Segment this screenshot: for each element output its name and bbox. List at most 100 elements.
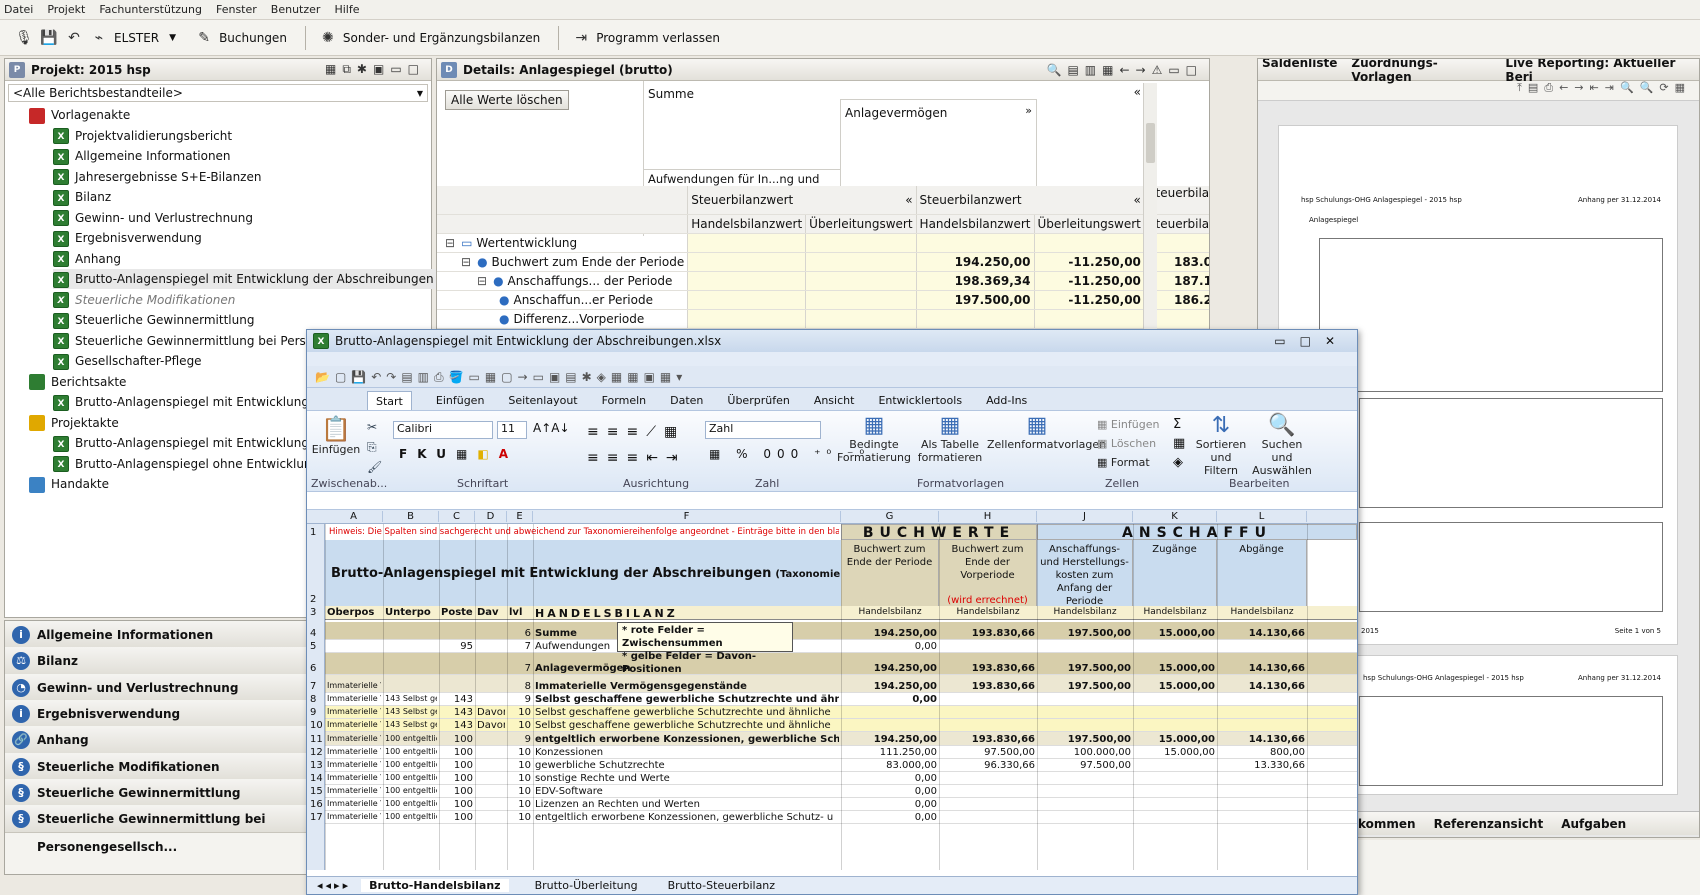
sheet-nav-icon[interactable]: ◂◂▸▸	[317, 879, 351, 892]
sheet-tab[interactable]: Brutto-Steuerbilanz	[664, 879, 779, 892]
tree-item[interactable]: X Gesellschafter-Pflege	[53, 351, 202, 371]
report-tab[interactable]: Zuordnungs-Vorlagen	[1351, 59, 1491, 84]
tree-item[interactable]: X Bilanz	[53, 187, 111, 207]
column-header[interactable]: F	[533, 511, 841, 522]
menu-item[interactable]: Fachunterstützung	[99, 3, 202, 16]
ribbon-tab[interactable]: Start	[367, 391, 412, 410]
column-header[interactable]: C	[439, 511, 475, 522]
cell[interactable]: 194.250,00	[843, 681, 937, 692]
tree-item[interactable]: X Projektvalidierungsbericht	[53, 126, 232, 146]
ribbon-tab[interactable]: Add-Ins	[986, 391, 1027, 410]
tree-item[interactable]: X Anhang	[53, 249, 121, 269]
font-select[interactable]: Calibri	[393, 421, 493, 439]
cell[interactable]: 100	[441, 799, 473, 810]
filter-header[interactable]: Handelsbilanz	[1039, 607, 1131, 617]
report-tab[interactable]: Saldenliste	[1262, 59, 1337, 84]
cell[interactable]: 10	[509, 707, 531, 718]
tree-folder[interactable]: Handakte	[29, 474, 109, 494]
tree-folder[interactable]: Projektakte	[29, 413, 119, 433]
sonder-button[interactable]: ✺ Sonder- und Ergänzungsbilanzen	[318, 29, 540, 47]
ribbon-tab[interactable]: Daten	[670, 391, 703, 410]
cell[interactable]: 14.130,66	[1219, 681, 1305, 692]
format-buttons[interactable]: FKU▦◧A	[399, 447, 518, 461]
cell[interactable]: entgeltlich erworbene Konzessionen, gewe…	[535, 734, 839, 745]
cell[interactable]: sonstige Rechte und Werte	[535, 773, 839, 784]
cell[interactable]: 0,00	[843, 812, 937, 823]
cell[interactable]: 9	[509, 734, 531, 745]
filter-header[interactable]: Dav	[477, 607, 505, 618]
report-bottom-tab[interactable]: Aufgaben	[1561, 817, 1626, 831]
cell[interactable]: 10	[509, 747, 531, 758]
cell[interactable]: Selbst geschaffene gewerbliche Schutzrec…	[535, 694, 839, 705]
sheet-tab[interactable]: Brutto-Handelsbilanz	[361, 879, 509, 892]
grow-font-icon[interactable]: A↑A↓	[533, 421, 570, 435]
cell[interactable]: 97.500,00	[941, 747, 1035, 758]
cell[interactable]: 100 entgeltlich e	[385, 799, 437, 808]
column-header[interactable]: B	[383, 511, 439, 522]
cell[interactable]: 100 entgeltlich e	[385, 773, 437, 782]
cell[interactable]: Immaterielle Ve	[327, 747, 381, 756]
cell[interactable]: 193.830,66	[941, 628, 1035, 639]
ribbon-tab[interactable]: Einfügen	[436, 391, 485, 410]
ribbon-tab[interactable]: Überprüfen	[727, 391, 789, 410]
collapse-icon[interactable]: ⊟	[477, 274, 487, 288]
cell[interactable]: 800,00	[1219, 747, 1305, 758]
cell[interactable]: entgeltlich erworbene Konzessionen, gewe…	[535, 812, 839, 823]
column-header[interactable]: D	[475, 511, 507, 522]
cell[interactable]: 143 Selbst gesc	[385, 707, 437, 716]
cell[interactable]: 143	[441, 720, 473, 731]
menu-item[interactable]: Datei	[4, 3, 33, 16]
panel-tools-icon[interactable]: ▦⧉✱▣▭□	[325, 62, 425, 77]
column-header[interactable]: K	[1133, 511, 1217, 522]
details-scrollbar[interactable]	[1143, 83, 1157, 341]
filter-header[interactable]: Handelsbilanz	[1135, 607, 1215, 617]
sort-filter-button[interactable]: ⇅ Sortieren und Filtern	[1193, 413, 1249, 477]
filter-header[interactable]: lvl	[509, 607, 531, 618]
cell[interactable]: 193.830,66	[941, 681, 1035, 692]
collapse-icon[interactable]: ⊟	[461, 255, 471, 269]
cell[interactable]: 0,00	[843, 786, 937, 797]
elster-button[interactable]: ⌁ ELSTER ▼	[89, 29, 176, 47]
cell[interactable]: 100	[441, 812, 473, 823]
menu-item[interactable]: Benutzer	[271, 3, 321, 16]
filter-header[interactable]: Oberpos	[327, 607, 381, 618]
cell[interactable]: 14.130,66	[1219, 628, 1305, 639]
menu-item[interactable]: Fenster	[216, 3, 257, 16]
expand-icon[interactable]: »	[1025, 104, 1032, 117]
cells-group[interactable]: ▦ Einfügen ▦ Löschen ▦ Format	[1097, 415, 1159, 472]
formula-bar[interactable]	[307, 492, 1357, 510]
cell[interactable]: 15.000,00	[1135, 663, 1215, 674]
report-toolbar[interactable]: ⤒▤⎙←→⇤⇥🔍🔍⟳▦	[1258, 81, 1699, 101]
cell[interactable]: 197.500,00	[1039, 734, 1131, 745]
details-tools-icon[interactable]: 🔍▤▥▦←→⚠▭□	[1047, 63, 1204, 77]
accordion-item[interactable]: § Steuerliche Modifikationen	[5, 752, 309, 781]
column-header[interactable]: E	[507, 511, 533, 522]
cell[interactable]: 83.000,00	[843, 760, 937, 771]
ribbon-tab[interactable]: Seitenlayout	[508, 391, 577, 410]
cell[interactable]: 193.830,66	[941, 734, 1035, 745]
filter-header[interactable]: Poste	[441, 607, 473, 618]
cell[interactable]: 143 Selbst gesc	[385, 720, 437, 729]
cell[interactable]: Lizenzen an Rechten und Werten	[535, 799, 839, 810]
report-bottom-tab[interactable]: kommen	[1358, 817, 1416, 831]
cell[interactable]: 100	[441, 734, 473, 745]
accordion-item[interactable]: § Steuerliche Gewinnermittlung bei Person…	[5, 805, 309, 854]
cell[interactable]: 100	[441, 747, 473, 758]
cell[interactable]: 13.330,66	[1219, 760, 1305, 771]
collapse-icon[interactable]: ⊟	[445, 236, 455, 250]
format-as-table-button[interactable]: ▦ Als Tabelle formatieren	[915, 413, 985, 464]
cell[interactable]: Immaterielle Ve	[327, 773, 381, 782]
cell[interactable]: 100	[441, 786, 473, 797]
filter-header[interactable]: Unterpo	[385, 607, 437, 618]
cell[interactable]: 96.330,66	[941, 760, 1035, 771]
find-select-button[interactable]: 🔍 Suchen und Auswählen	[1251, 413, 1313, 477]
cell[interactable]: 95	[441, 641, 473, 652]
accordion-item[interactable]: 🔗 Anhang	[5, 726, 309, 755]
cell[interactable]: Immaterielle Ve	[327, 720, 381, 729]
cell[interactable]: Immaterielle Ve	[327, 799, 381, 808]
cell[interactable]: 15.000,00	[1135, 747, 1215, 758]
clear-all-button[interactable]: Alle Werte löschen	[445, 90, 569, 110]
cell[interactable]: Davon-	[477, 707, 505, 718]
column-header[interactable]: J	[1037, 511, 1133, 522]
cell[interactable]: 10	[509, 720, 531, 731]
